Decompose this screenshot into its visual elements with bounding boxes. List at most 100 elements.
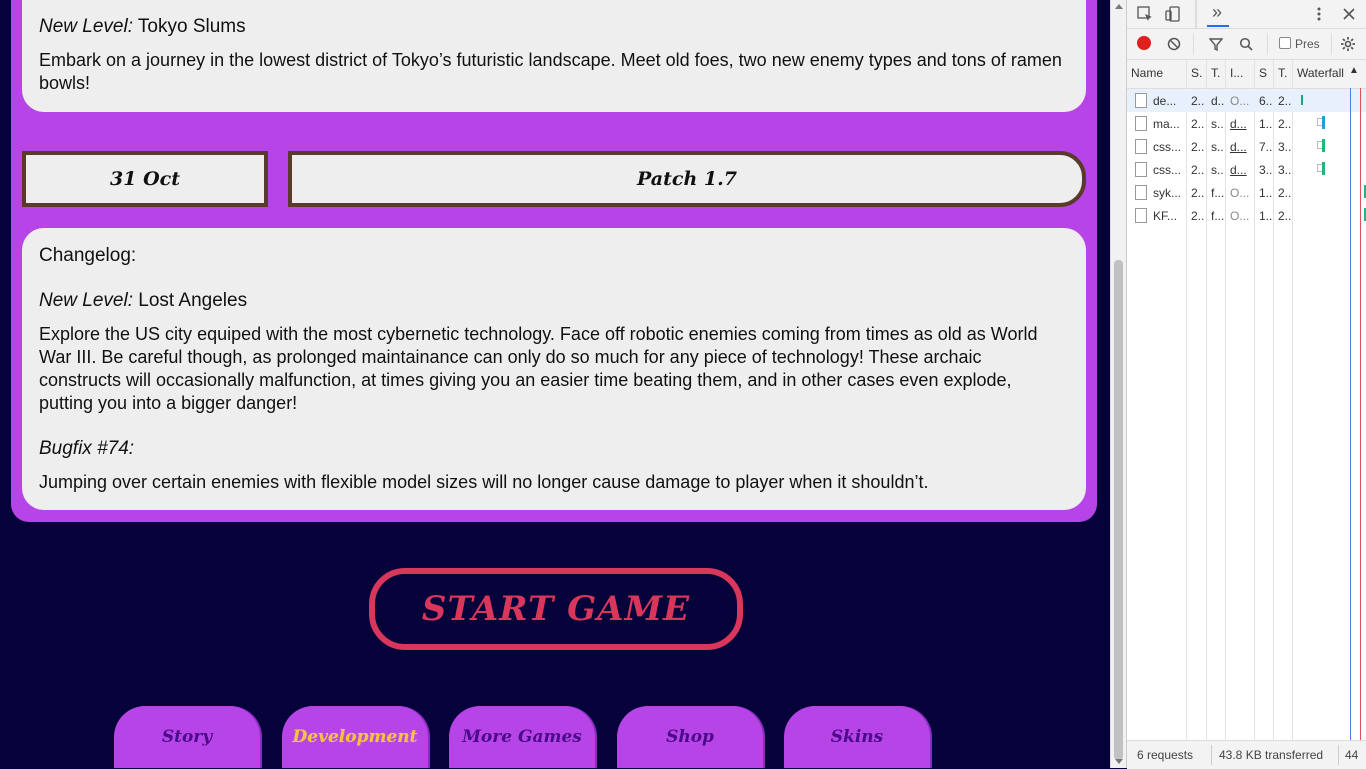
level-description: Embark on a journey in the lowest distri… — [39, 50, 1062, 93]
waterfall-bar — [1322, 162, 1325, 175]
waterfall-bar — [1322, 116, 1325, 129]
request-time: 2.. — [1278, 186, 1292, 200]
level-line: New Level: Lost Angeles — [39, 290, 247, 312]
nav-more-games[interactable]: More Games — [449, 706, 595, 768]
start-game-button[interactable]: START GAME — [369, 568, 743, 650]
waterfall-bar — [1301, 95, 1303, 105]
dom-content-loaded-line — [1350, 88, 1351, 740]
level-line: New Level: Tokyo Slums — [39, 16, 246, 38]
request-size: 7.. — [1259, 140, 1273, 154]
preserve-log-label: Pres — [1295, 37, 1320, 51]
request-name: css... — [1153, 140, 1182, 154]
column-header-initiator[interactable]: I... — [1230, 66, 1248, 80]
request-name: css... — [1153, 163, 1182, 177]
network-row[interactable]: css... 2.. s.. d... 3.. 3.. — [1127, 158, 1366, 181]
request-status: 2.. — [1191, 209, 1205, 223]
bugfix-line: Bugfix #74: — [39, 438, 134, 460]
request-size: 1.. — [1259, 117, 1273, 131]
scroll-up-icon[interactable] — [1115, 4, 1123, 9]
request-time: 3.. — [1278, 140, 1292, 154]
request-status: 2.. — [1191, 94, 1205, 108]
document-icon — [1135, 208, 1147, 223]
nav-skins[interactable]: Skins — [784, 706, 930, 768]
scroll-down-icon[interactable] — [1115, 759, 1123, 764]
request-time: 2.. — [1278, 209, 1292, 223]
more-tabs-icon[interactable]: » — [1207, 2, 1227, 22]
record-icon[interactable] — [1137, 36, 1151, 50]
request-name: de... — [1153, 94, 1177, 108]
network-table-header: Name S. T. I... S T. Waterfall ▲ — [1127, 60, 1366, 89]
request-initiator[interactable]: d... — [1230, 140, 1247, 154]
request-time: 3.. — [1278, 163, 1292, 177]
load-event-line — [1360, 88, 1361, 740]
request-name: syk... — [1153, 186, 1182, 200]
request-size: 1.. — [1259, 209, 1273, 223]
devtools-main-toolbar: » — [1127, 0, 1366, 29]
request-size: 6.. — [1259, 94, 1273, 108]
patch-date: 31 Oct — [22, 151, 268, 207]
resources-size: 44 — [1345, 748, 1359, 762]
network-row[interactable]: de... 2.. d.. O... 6.. 2.. — [1127, 89, 1366, 112]
document-icon — [1135, 116, 1147, 131]
previous-changelog-card: New Level: Tokyo Slums Embark on a journ… — [22, 0, 1086, 112]
device-toolbar-icon[interactable] — [1163, 4, 1183, 24]
sort-up-icon: ▲ — [1349, 65, 1359, 76]
request-type: s.. — [1211, 117, 1224, 131]
network-status-bar: 6 requests 43.8 KB transferred 44 — [1127, 740, 1366, 769]
request-initiator: O... — [1230, 186, 1250, 200]
transferred-size: 43.8 KB transferred — [1219, 748, 1324, 762]
nav-development[interactable]: Development — [282, 706, 428, 768]
network-row[interactable]: KF... 2.. f... O... 1.. 2.. — [1127, 204, 1366, 227]
network-row[interactable]: ma... 2.. s.. d... 1.. 2.. — [1127, 112, 1366, 135]
request-type: s.. — [1211, 140, 1224, 154]
changelog-card: Changelog: New Level: Lost Angeles Explo… — [22, 228, 1086, 510]
request-initiator: O... — [1230, 94, 1250, 108]
document-icon — [1135, 162, 1147, 177]
request-status: 2.. — [1191, 186, 1205, 200]
bugfix-description: Jumping over certain enemies with flexib… — [39, 472, 929, 492]
game-page: New Level: Tokyo Slums Embark on a journ… — [0, 0, 1110, 768]
column-header-type[interactable]: T. — [1211, 66, 1225, 80]
request-time: 2.. — [1278, 94, 1292, 108]
request-name: KF... — [1153, 209, 1178, 223]
nav-shop[interactable]: Shop — [617, 706, 763, 768]
level-description: Explore the US city equiped with the mos… — [39, 324, 1038, 413]
devtools-panel: » Pres Name S. T. I... S T. Waterfall ▲ … — [1126, 0, 1366, 769]
document-icon — [1135, 93, 1147, 108]
level-label: New Level: — [39, 16, 133, 37]
scroll-thumb[interactable] — [1114, 260, 1123, 760]
waterfall-bar — [1322, 139, 1325, 152]
column-header-status[interactable]: S. — [1191, 66, 1205, 80]
request-type: f... — [1211, 186, 1225, 200]
request-time: 2.. — [1278, 117, 1292, 131]
page-scrollbar[interactable] — [1110, 0, 1126, 768]
column-header-time[interactable]: T. — [1278, 66, 1292, 80]
column-header-size[interactable]: S — [1259, 66, 1271, 80]
request-count: 6 requests — [1137, 748, 1194, 762]
request-type: s.. — [1211, 163, 1224, 177]
request-status: 2.. — [1191, 140, 1205, 154]
network-row[interactable]: css... 2.. s.. d... 7.. 3.. — [1127, 135, 1366, 158]
column-header-name[interactable]: Name — [1131, 66, 1181, 80]
clear-icon[interactable] — [1165, 35, 1183, 53]
kebab-menu-icon[interactable] — [1309, 4, 1329, 24]
settings-gear-icon[interactable] — [1339, 35, 1357, 53]
request-name: ma... — [1153, 117, 1180, 131]
preserve-log-checkbox[interactable] — [1279, 37, 1291, 49]
request-initiator[interactable]: d... — [1230, 163, 1247, 177]
network-toolbar: Pres — [1127, 29, 1366, 60]
search-icon[interactable] — [1237, 35, 1255, 53]
close-icon[interactable] — [1339, 4, 1359, 24]
bugfix-label: Bugfix #74: — [39, 438, 135, 459]
patch-title[interactable]: Patch 1.7 — [288, 151, 1086, 207]
request-type: f... — [1211, 209, 1225, 223]
nav-story[interactable]: Story — [114, 706, 260, 768]
column-header-waterfall[interactable]: Waterfall — [1297, 66, 1355, 80]
request-initiator[interactable]: d... — [1230, 117, 1247, 131]
network-row[interactable]: syk... 2.. f... O... 1.. 2.. — [1127, 181, 1366, 204]
changelog-heading: Changelog: — [39, 245, 137, 266]
filter-icon[interactable] — [1207, 35, 1225, 53]
document-icon — [1135, 139, 1147, 154]
level-label: New Level: — [39, 290, 133, 311]
inspect-element-icon[interactable] — [1135, 4, 1155, 24]
